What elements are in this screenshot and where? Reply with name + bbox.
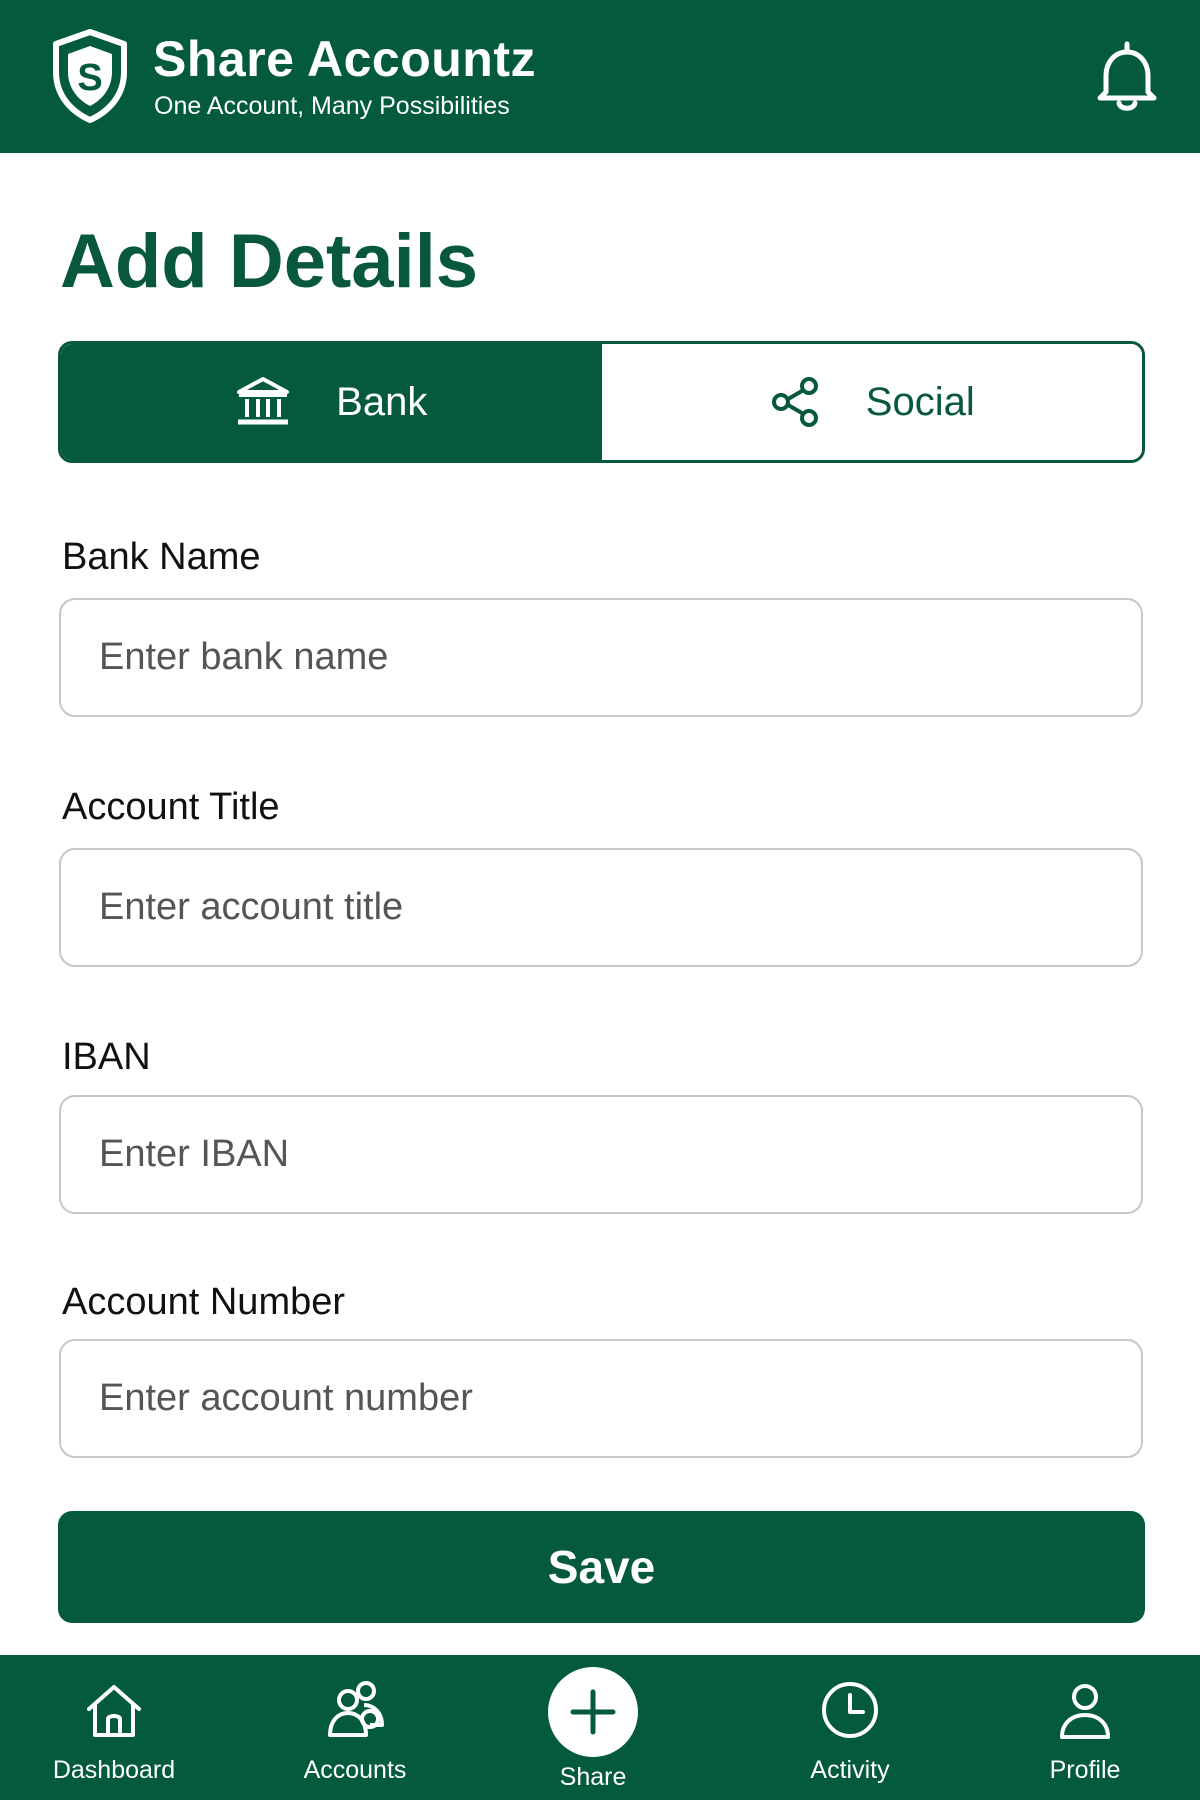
tab-bank-label: Bank [336,379,428,424]
bank-name-input[interactable] [59,598,1143,717]
nav-dashboard-label: Dashboard [52,1756,176,1784]
bank-name-label: Bank Name [62,536,261,578]
nav-accounts[interactable]: Accounts [265,1655,445,1800]
bank-icon [237,377,290,425]
nav-activity-label: Activity [810,1756,890,1784]
app-title: Share Accountz [153,31,537,87]
iban-label: IBAN [62,1036,151,1078]
nav-accounts-label: Accounts [303,1756,407,1784]
save-button[interactable]: Save [58,1511,1145,1623]
home-icon [87,1685,141,1737]
tab-social[interactable]: Social [601,344,1142,460]
page-title: Add Details [60,219,479,304]
app-header: S Share Accountz One Account, Many Possi… [0,0,1200,153]
shield-logo-icon: S [53,29,127,123]
nav-dashboard[interactable]: Dashboard [24,1655,204,1800]
user-icon [1060,1684,1110,1739]
svg-text:S: S [77,57,102,99]
clock-icon [822,1682,878,1738]
bell-icon[interactable] [1092,40,1162,115]
account-type-tabs: Bank Social [58,341,1145,463]
share-icon [771,377,818,427]
share-button[interactable] [548,1667,638,1757]
nav-profile[interactable]: Profile [995,1655,1175,1800]
account-title-label: Account Title [62,786,280,828]
nav-activity[interactable]: Activity [760,1655,940,1800]
users-icon [328,1681,384,1737]
nav-profile-label: Profile [1049,1756,1121,1784]
account-number-label: Account Number [62,1281,346,1323]
nav-share-label: Share [559,1763,627,1791]
app-tagline: One Account, Many Possibilities [154,92,510,120]
account-title-input[interactable] [59,848,1143,967]
tab-bank[interactable]: Bank [61,344,602,460]
plus-icon [570,1689,616,1735]
tab-social-label: Social [865,379,975,424]
iban-input[interactable] [59,1095,1143,1214]
account-number-input[interactable] [59,1339,1143,1458]
